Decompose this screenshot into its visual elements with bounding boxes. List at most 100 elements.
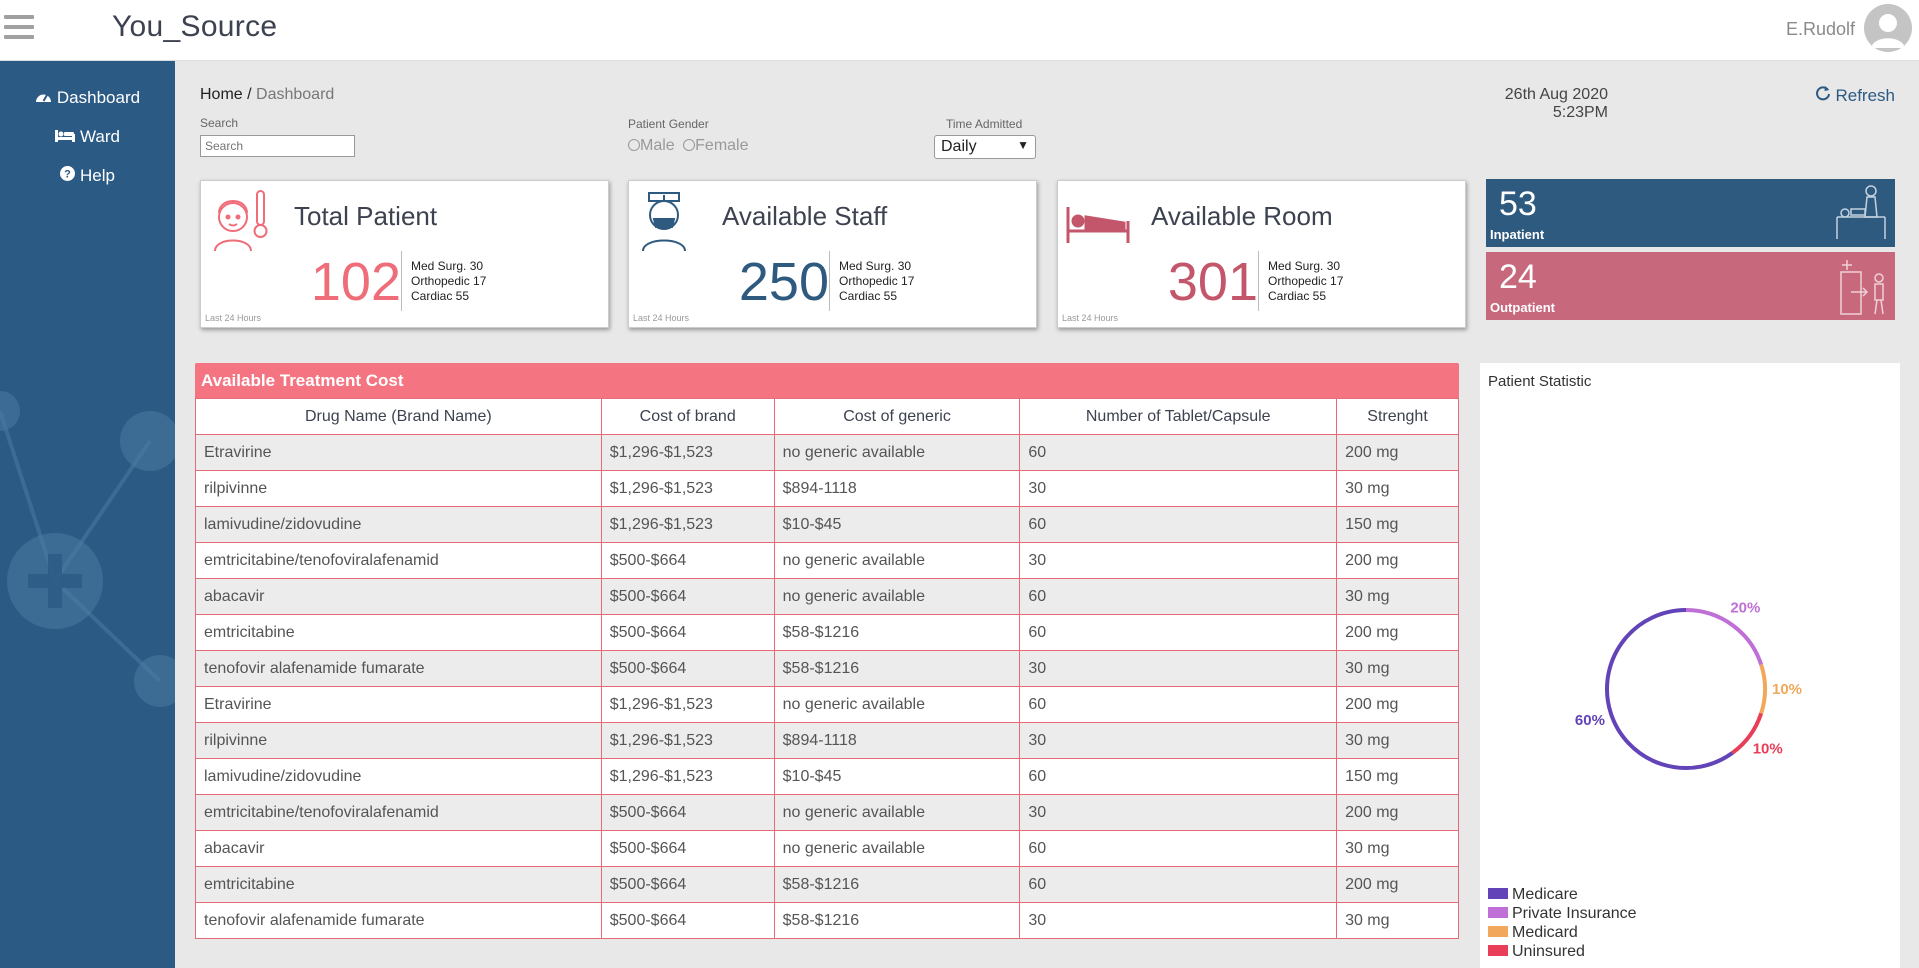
gender-male-label[interactable]: Male	[640, 137, 675, 154]
donut-label: 10%	[1753, 740, 1783, 757]
table-row: lamivudine/zidovudine $1,296-$1,523 $10-$4…	[195, 506, 1459, 543]
outpatient-count: 24	[1499, 258, 1537, 296]
svg-text:?: ?	[64, 169, 71, 181]
treatment-cost-title: Available Treatment Cost	[195, 363, 1459, 398]
table-row: emtricitabine $500-$664 $58-$1216 60 200 mg	[195, 866, 1459, 903]
table-cell: 200 mg	[1336, 614, 1459, 651]
table-cell: 30	[1019, 470, 1338, 507]
table-cell: 30	[1019, 542, 1338, 579]
sidebar-item-dashboard[interactable]: Dashboard	[0, 88, 175, 108]
donut-label: 10%	[1772, 681, 1802, 698]
total-patient-card: Total Patient 102 Med Surg. 30 Orthopedi…	[200, 180, 609, 328]
card-title: Available Room	[1151, 201, 1333, 231]
patient-gender-label: Patient Gender	[628, 117, 709, 131]
table-cell: 60	[1019, 758, 1338, 795]
sidebar-item-label: Ward	[80, 127, 120, 146]
table-cell: lamivudine/zidovudine	[195, 506, 602, 543]
table-row: abacavir $500-$664 no generic available 60 3…	[195, 578, 1459, 615]
breakdown-line: Cardiac 55	[411, 289, 470, 303]
search-input[interactable]	[200, 135, 355, 157]
table-cell: $500-$664	[600, 794, 775, 831]
table-cell: 150 mg	[1336, 758, 1459, 795]
table-cell: 30 mg	[1336, 470, 1459, 507]
table-cell: abacavir	[195, 830, 602, 867]
column-header: Cost of generic	[773, 398, 1021, 435]
sidebar-background-decoration	[0, 391, 175, 707]
refresh-label: Refresh	[1835, 86, 1895, 105]
table-cell: $1,296-$1,523	[600, 722, 775, 759]
current-date: 26th Aug 2020	[1504, 86, 1608, 103]
donut-segment-medicare[interactable]	[1605, 608, 1734, 770]
table-cell: 30 mg	[1336, 722, 1459, 759]
table-cell: 60	[1019, 434, 1338, 471]
legend-swatch	[1488, 945, 1508, 956]
legend-swatch	[1488, 907, 1508, 918]
table-cell: no generic available	[773, 830, 1021, 867]
table-row: emtricitabine/tenofoviralafenamid $500-$6…	[195, 542, 1459, 579]
card-divider	[401, 251, 402, 311]
card-divider	[1258, 251, 1259, 311]
refresh-button[interactable]: Refresh	[1815, 85, 1895, 106]
table-row: emtricitabine/tenofoviralafenamid $500-$6…	[195, 794, 1459, 831]
breadcrumb-separator: /	[242, 86, 257, 103]
table-row: rilpivinne $1,296-$1,523 $894-1118 30 30 mg	[195, 470, 1459, 507]
table-cell: $58-$1216	[773, 866, 1021, 903]
table-cell: $58-$1216	[773, 902, 1021, 939]
outpatient-stat: 24 Outpatient	[1486, 252, 1895, 320]
table-cell: 60	[1019, 866, 1338, 903]
sidebar-item-ward[interactable]: Ward	[0, 127, 175, 147]
donut-label: 20%	[1730, 599, 1760, 616]
legend-swatch	[1488, 888, 1508, 899]
legend-item: Uninsured	[1488, 942, 1637, 961]
user-avatar-icon[interactable]	[1864, 4, 1912, 52]
table-cell: 200 mg	[1336, 542, 1459, 579]
table-row: tenofovir alafenamide fumarate $500-$664 $…	[195, 902, 1459, 939]
donut-segment-private-insurance[interactable]	[1685, 608, 1764, 666]
chart-legend: Medicare Private Insurance Medicard Unin…	[1488, 885, 1637, 961]
table-cell: $1,296-$1,523	[600, 506, 775, 543]
table-cell: no generic available	[773, 794, 1021, 831]
table-cell: 200 mg	[1336, 686, 1459, 723]
sidebar-item-help[interactable]: ? Help	[0, 166, 175, 186]
gender-male-radio[interactable]	[628, 139, 640, 151]
bed-icon	[55, 129, 75, 146]
breadcrumb-home[interactable]: Home	[200, 86, 243, 103]
gender-female-label[interactable]: Female	[695, 137, 748, 154]
donut-segment-medicard[interactable]	[1759, 663, 1767, 715]
table-cell: emtricitabine	[195, 866, 602, 903]
breadcrumb: Home / Dashboard	[200, 86, 334, 104]
table-cell: abacavir	[195, 578, 602, 615]
brand-logo: You_Source	[112, 10, 278, 43]
top-bar: You_Source E.Rudolf	[0, 0, 1919, 61]
table-cell: $58-$1216	[773, 614, 1021, 651]
legend-label: Medicare	[1512, 886, 1578, 903]
gender-female-radio[interactable]	[683, 139, 696, 151]
card-value: 250	[738, 252, 829, 312]
legend-label: Uninsured	[1512, 943, 1585, 960]
legend-item: Private Insurance	[1488, 904, 1637, 923]
time-admitted-select[interactable]: Daily ▼	[934, 135, 1036, 159]
treatment-cost-table: Drug Name (Brand Name) Cost of brand Cos…	[195, 398, 1459, 939]
hamburger-menu-icon[interactable]	[4, 15, 34, 43]
available-staff-card: Available Staff 250 Med Surg. 30 Orthope…	[628, 180, 1037, 328]
card-value: 102	[310, 252, 401, 312]
table-cell: no generic available	[773, 686, 1021, 723]
legend-label: Medicard	[1512, 924, 1578, 941]
table-cell: $894-1118	[773, 722, 1021, 759]
table-cell: no generic available	[773, 542, 1021, 579]
column-header: Strenght	[1336, 398, 1459, 435]
table-cell: $500-$664	[600, 830, 775, 867]
current-time: 5:23PM	[1552, 104, 1608, 121]
refresh-icon	[1815, 86, 1836, 105]
breakdown-line: Cardiac 55	[1268, 289, 1327, 303]
table-row: tenofovir alafenamide fumarate $500-$664 $…	[195, 650, 1459, 687]
card-footer: Last 24 Hours	[633, 313, 690, 323]
table-cell: no generic available	[773, 578, 1021, 615]
user-name[interactable]: E.Rudolf	[1786, 19, 1855, 40]
table-cell: emtricitabine/tenofoviralafenamid	[195, 794, 602, 831]
table-cell: 150 mg	[1336, 506, 1459, 543]
card-title: Available Staff	[722, 201, 888, 231]
table-cell: emtricitabine	[195, 614, 602, 651]
table-cell: $894-1118	[773, 470, 1021, 507]
table-cell: 30 mg	[1336, 650, 1459, 687]
